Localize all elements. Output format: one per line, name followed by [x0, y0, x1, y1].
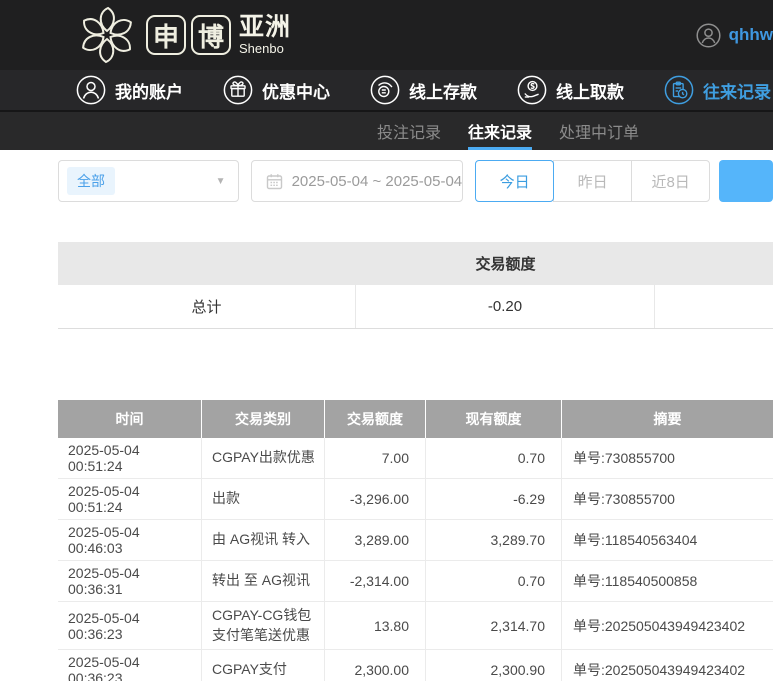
gift-icon: [223, 75, 253, 105]
summary-header-label: 交易额度: [475, 256, 536, 273]
cell-time: 2025-05-04 00:36:23: [58, 650, 202, 681]
cell-summary: 单号:730855700: [562, 479, 773, 520]
user-icon: [76, 75, 106, 105]
cell-type: CGPAY-CG钱包支付笔笔送优惠: [202, 602, 325, 651]
today-button[interactable]: 今日: [475, 160, 555, 202]
top-header: 申 博 亚洲 Shenbo qhhw: [0, 0, 773, 70]
cell-summary: 单号:118540563404: [562, 520, 773, 561]
logo[interactable]: 申 博 亚洲 Shenbo: [80, 4, 291, 66]
summary-header-empty: [58, 242, 356, 285]
cell-balance: -6.29: [426, 479, 562, 520]
type-filter-selected-chip: 全部: [67, 167, 115, 195]
cell-balance: 2,300.90: [426, 650, 562, 681]
cell-amount: -3,296.00: [325, 479, 426, 520]
calendar-icon: [266, 173, 282, 189]
nav-label: 优惠中心: [262, 82, 330, 102]
cell-type: CGPAY出款优惠: [202, 438, 325, 479]
yesterday-button[interactable]: 昨日: [553, 160, 633, 202]
summary-empty-cell: [655, 285, 773, 328]
withdraw-hand-coin-icon: [517, 75, 547, 105]
nav-label: 往来记录: [703, 82, 771, 102]
transaction-records-icon: [664, 75, 694, 105]
cell-time: 2025-05-04 00:36:23: [58, 602, 202, 651]
cell-amount: 3,289.00: [325, 520, 426, 561]
col-header-time: 时间: [58, 400, 202, 438]
summary-total-value: -0.20: [356, 285, 655, 328]
summary-table: 交易额度 总计 -0.20: [58, 242, 773, 329]
cell-balance: 0.70: [426, 561, 562, 602]
cell-balance: 3,289.70: [426, 520, 562, 561]
cell-summary: 单号:118540500858: [562, 561, 773, 602]
type-filter-select[interactable]: 全部 ▼: [58, 160, 239, 202]
col-header-summary: 摘要: [562, 400, 773, 438]
cell-time: 2025-05-04 00:51:24: [58, 479, 202, 520]
nav-item-deposit[interactable]: 线上存款: [370, 75, 477, 105]
nav-item-records[interactable]: 往来记录: [664, 75, 771, 105]
logo-char-shen: 申: [146, 15, 186, 55]
search-button[interactable]: [719, 160, 773, 202]
logo-char-bo: 博: [191, 15, 231, 55]
username: qhhw: [728, 25, 773, 44]
cell-balance: 2,314.70: [426, 602, 562, 651]
nav-label: 线上取款: [556, 82, 624, 102]
tab-bet-records[interactable]: 投注记录: [377, 112, 441, 150]
logo-subtitle: Shenbo: [239, 40, 284, 56]
cell-amount: 13.80: [325, 602, 426, 651]
cell-time: 2025-05-04 00:51:24: [58, 438, 202, 479]
date-range-value: 2025-05-04 ~ 2025-05-04: [291, 172, 463, 190]
cell-type: CGPAY支付: [202, 650, 325, 681]
col-header-amount: 交易额度: [325, 400, 426, 438]
main-nav: 我的账户 优惠中心 线上存款 线上取款 往来记录: [0, 70, 773, 112]
cell-time: 2025-05-04 00:46:03: [58, 520, 202, 561]
logo-region: 亚洲: [239, 13, 292, 42]
summary-total-row: 总计 -0.20: [58, 285, 773, 329]
chevron-down-icon: ▼: [215, 175, 226, 187]
record-tabs: 投注记录 往来记录 处理中订单: [0, 112, 773, 150]
nav-item-withdraw[interactable]: 线上取款: [517, 75, 624, 105]
col-header-type: 交易类别: [202, 400, 325, 438]
cell-type: 转出 至 AG视讯: [202, 561, 325, 602]
tab-pending-orders[interactable]: 处理中订单: [559, 112, 639, 150]
cell-amount: 2,300.00: [325, 650, 426, 681]
flower-logo-icon: [82, 6, 132, 64]
records-table: 时间 交易类别 交易额度 现有额度 摘要 2025-05-04 00:51:24…: [58, 400, 773, 681]
cell-type: 出款: [202, 479, 325, 520]
nav-label: 我的账户: [115, 82, 183, 102]
last-8-days-button[interactable]: 近8日: [631, 160, 711, 202]
cell-summary: 单号:202505043949423402: [562, 650, 773, 681]
cell-summary: 单号:202505043949423402: [562, 602, 773, 651]
quick-date-buttons: 今日 昨日 近8日: [475, 160, 711, 202]
filter-bar: 全部 ▼ 2025-05-04 ~ 2025-05-04 今日 昨日 近8日: [58, 160, 773, 202]
avatar-icon: [696, 22, 721, 48]
user-account[interactable]: qhhw: [696, 0, 773, 70]
summary-header-empty: [655, 242, 773, 285]
nav-label: 线上存款: [409, 82, 477, 102]
deposit-hand-coin-icon: [370, 75, 400, 105]
cell-summary: 单号:730855700: [562, 438, 773, 479]
summary-total-label: 总计: [58, 285, 356, 328]
cell-type: 由 AG视讯 转入: [202, 520, 325, 561]
cell-amount: 7.00: [325, 438, 426, 479]
date-range-input[interactable]: 2025-05-04 ~ 2025-05-04: [250, 160, 464, 202]
col-header-balance: 现有额度: [426, 400, 562, 438]
cell-time: 2025-05-04 00:36:31: [58, 561, 202, 602]
summary-header-row: 交易额度: [58, 242, 773, 285]
cell-balance: 0.70: [426, 438, 562, 479]
tab-transaction-records[interactable]: 往来记录: [468, 112, 533, 150]
nav-item-my-account[interactable]: 我的账户: [76, 75, 183, 105]
cell-amount: -2,314.00: [325, 561, 426, 602]
nav-item-promotions[interactable]: 优惠中心: [223, 75, 330, 105]
